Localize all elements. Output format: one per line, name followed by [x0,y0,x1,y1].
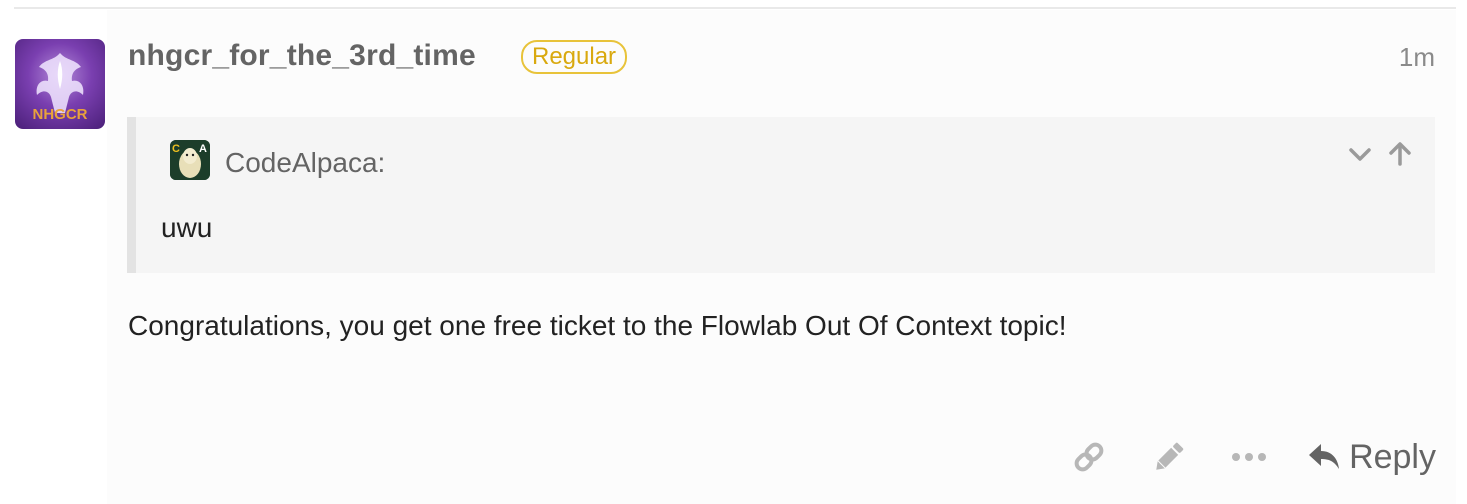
top-divider [14,7,1456,9]
link-icon [1074,442,1104,472]
svg-text:A: A [199,143,207,155]
copy-link-button[interactable] [1049,432,1129,482]
post-actions: Reply [1049,432,1436,482]
quote-block: C A CodeAlpaca: uwu [127,117,1435,273]
go-to-quoted-post-button[interactable] [1387,141,1413,167]
avatar-dragon-icon: NHGCR [33,53,88,123]
post-username[interactable]: nhgcr_for_the_3rd_time [128,38,476,74]
reply-label: Reply [1349,438,1436,476]
post-body: Congratulations, you get one free ticket… [128,310,1067,341]
user-badge[interactable]: Regular [521,40,628,74]
post-timestamp[interactable]: 1m [1399,42,1435,72]
edit-post-button[interactable] [1129,432,1209,482]
user-avatar[interactable]: NHGCR [15,39,105,129]
quote-controls [1347,141,1413,167]
pencil-icon [1156,442,1184,470]
reply-icon [1309,444,1340,469]
chevron-down-icon [1349,148,1371,161]
quote-author-avatar[interactable]: C A [170,140,210,180]
quote-text: uwu [161,212,213,243]
more-actions-button[interactable] [1209,432,1289,482]
svg-text:C: C [172,143,180,155]
arrow-up-icon [1389,142,1411,166]
more-icon [1232,453,1267,461]
alpaca-avatar-icon: C A [170,140,210,180]
expand-quote-button[interactable] [1347,141,1373,167]
quote-author[interactable]: CodeAlpaca: [225,146,385,180]
reply-button[interactable]: Reply [1307,437,1436,477]
svg-text:NHGCR: NHGCR [33,106,88,123]
